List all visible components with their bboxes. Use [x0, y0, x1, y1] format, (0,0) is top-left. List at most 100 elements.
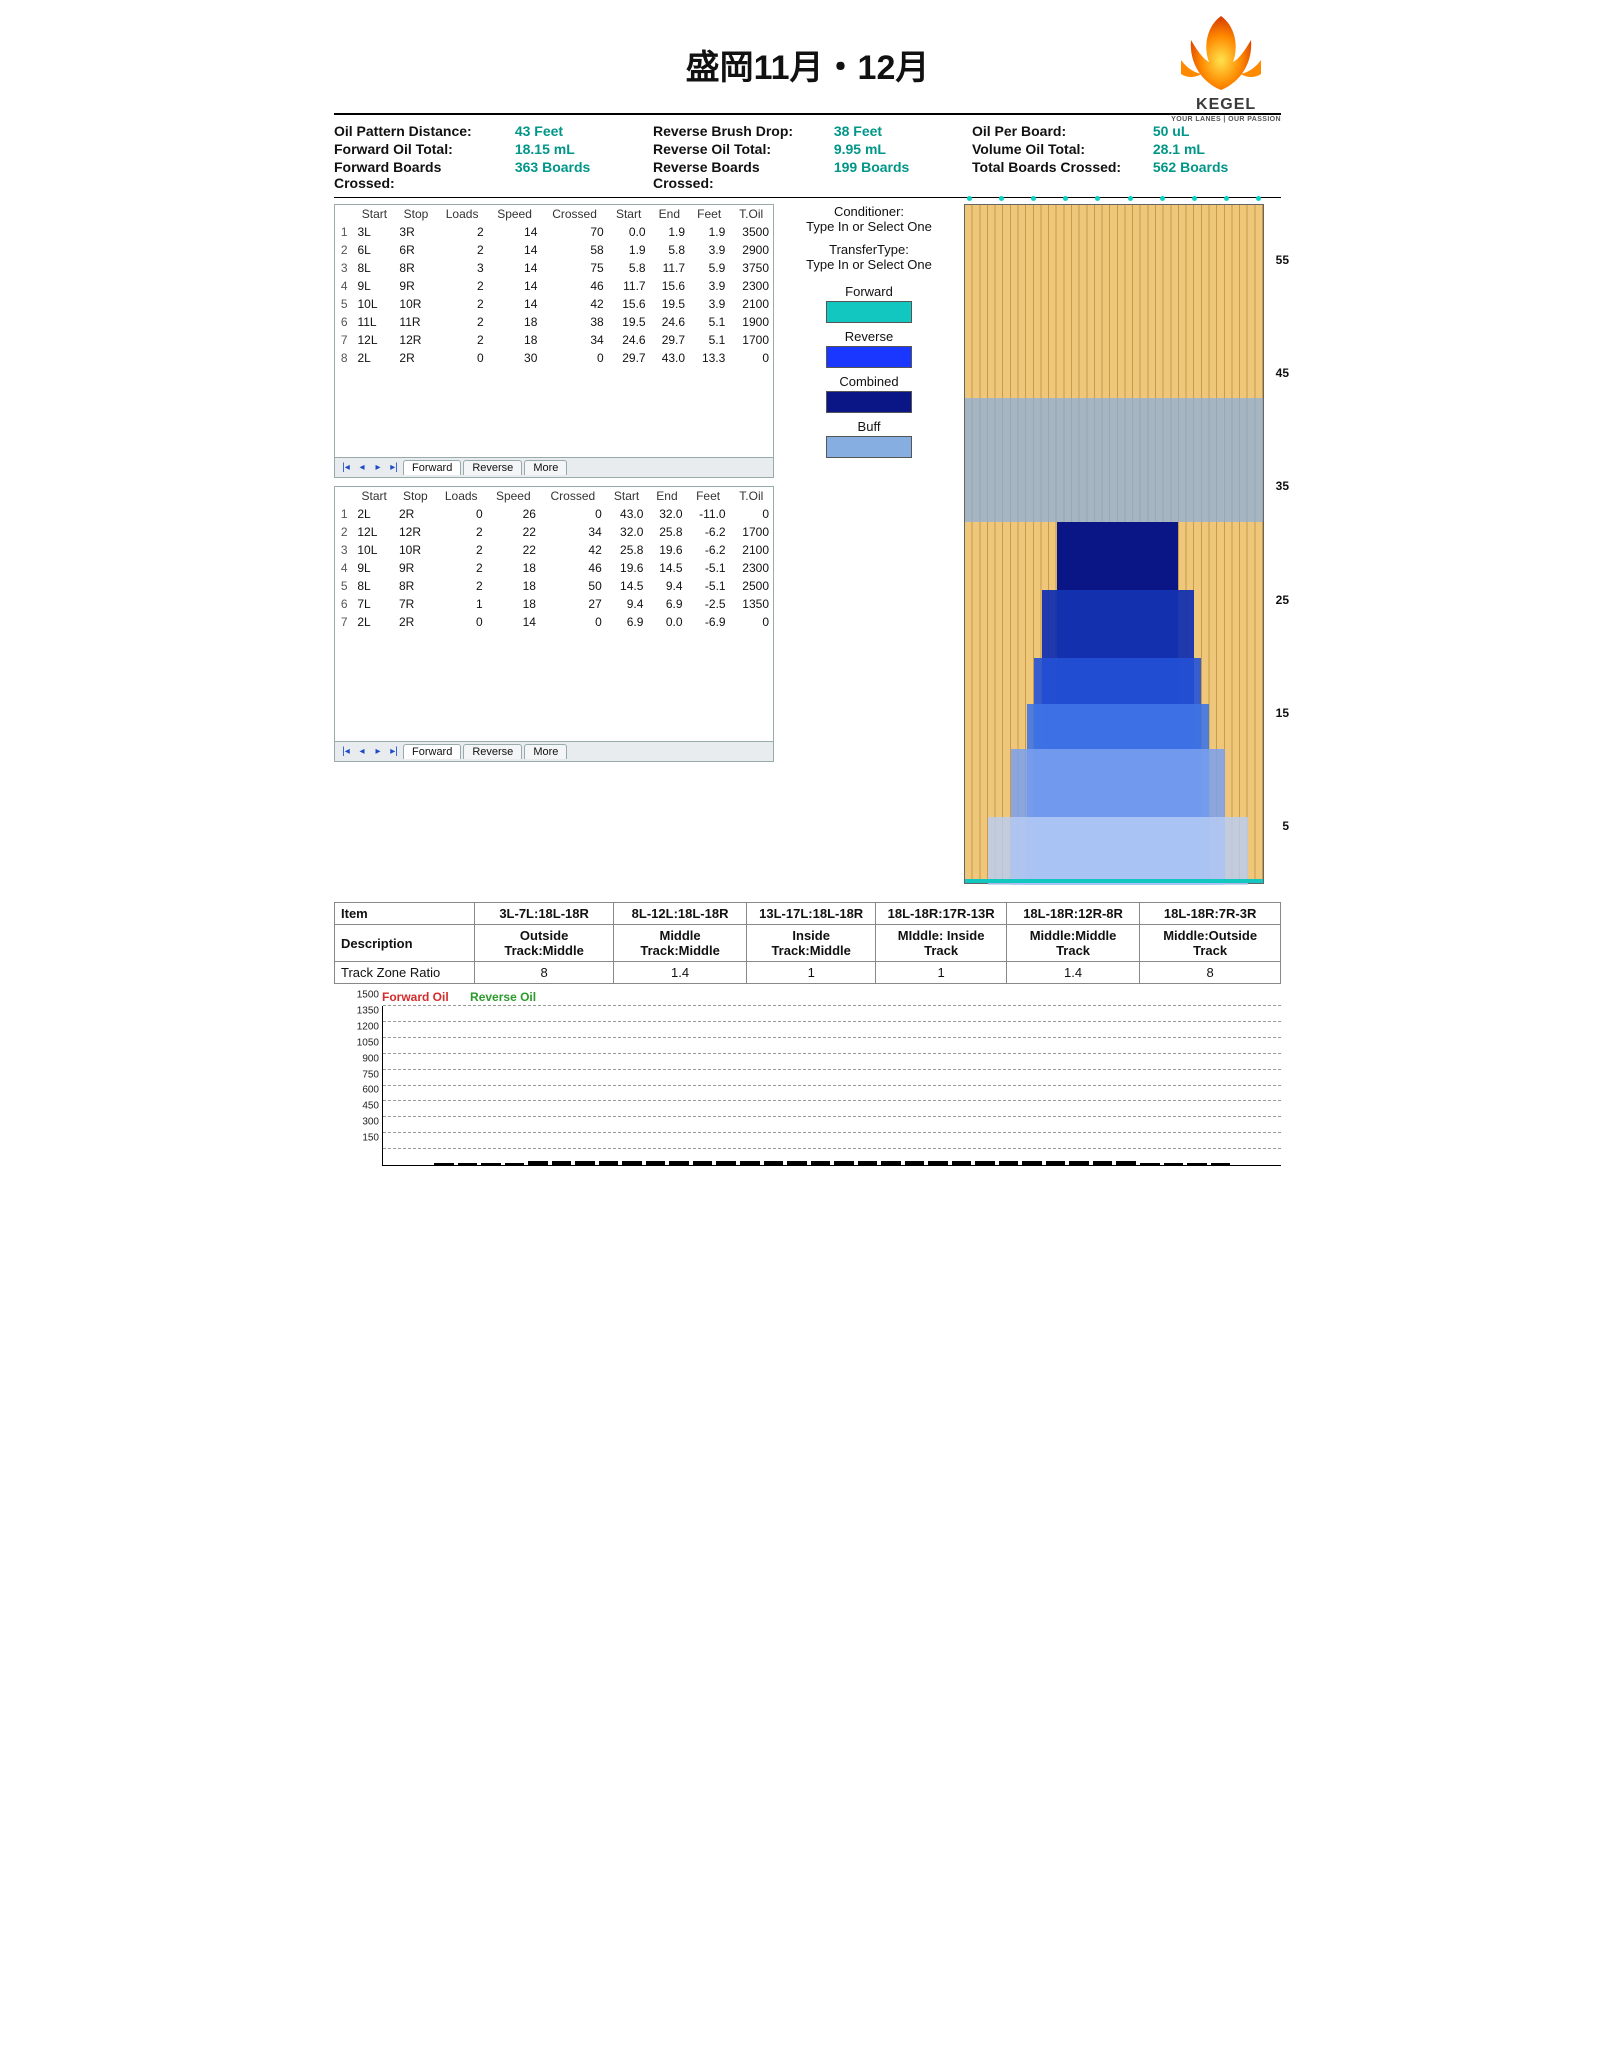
table-row: 67L7R118279.46.9-2.51350 [335, 595, 773, 613]
table-row: 510L10R2144215.619.53.92100 [335, 295, 773, 313]
brand-name: KEGEL [1171, 96, 1281, 114]
track-col-header: 8L-12L:18L-18R [614, 903, 747, 925]
bar [622, 1161, 642, 1165]
legend-buff-swatch [826, 436, 912, 458]
track-col-ratio: 1 [876, 962, 1006, 984]
track-col-ratio: 1 [746, 962, 875, 984]
first-page-icon[interactable]: |◂ [339, 461, 353, 475]
bar [905, 1161, 925, 1165]
col-header: T.Oil [730, 487, 773, 505]
next-page-icon[interactable]: ▸ [371, 745, 385, 759]
stat-value: 562 Boards [1153, 159, 1281, 191]
table-row: 49L9R2184619.614.5-5.12300 [335, 559, 773, 577]
stat-label: Reverse Brush Drop: [653, 123, 824, 139]
tab-reverse[interactable]: Reverse [463, 744, 522, 759]
col-header: Speed [488, 205, 542, 223]
col-header: End [647, 487, 686, 505]
table-row: 13L3R214700.01.91.93500 [335, 223, 773, 241]
legend-forward-swatch [826, 301, 912, 323]
bar [787, 1161, 807, 1165]
transfer-label: TransferType: [784, 242, 954, 257]
transfer-value: Type In or Select One [784, 257, 954, 272]
next-page-icon[interactable]: ▸ [371, 461, 385, 475]
bar [1116, 1161, 1136, 1165]
stat-value: 363 Boards [515, 159, 643, 191]
stat-value: 43 Feet [515, 123, 643, 139]
last-page-icon[interactable]: ▸| [387, 745, 401, 759]
y-tick: 1350 [343, 1005, 379, 1016]
stat-label: Forward Boards Crossed: [334, 159, 505, 191]
bar [599, 1161, 619, 1165]
chart-legend-reverse: Reverse Oil [470, 990, 536, 1004]
y-tick: 150 [343, 1133, 379, 1144]
track-col-ratio: 8 [475, 962, 614, 984]
bar [740, 1161, 760, 1165]
legend-buff-label: Buff [784, 419, 954, 434]
oil-bar-chart: Forward Oil Reverse Oil 1503004506007509… [334, 990, 1281, 1180]
tab-more[interactable]: More [524, 744, 567, 759]
reverse-loads-table: StartStopLoadsSpeedCrossedStartEndFeetT.… [334, 486, 774, 762]
track-ratio-label: Track Zone Ratio [335, 962, 475, 984]
y-tick: 900 [343, 1053, 379, 1064]
lane-tick: 25 [1276, 593, 1289, 607]
bar [928, 1161, 948, 1165]
y-tick: 750 [343, 1069, 379, 1080]
track-col-ratio: 8 [1140, 962, 1281, 984]
conditioner-value: Type In or Select One [784, 219, 954, 234]
legend-combined-swatch [826, 391, 912, 413]
stat-label: Volume Oil Total: [972, 141, 1143, 157]
stat-value: 18.15 mL [515, 141, 643, 157]
table-row: 310L10R2224225.819.6-6.22100 [335, 541, 773, 559]
bar [575, 1161, 595, 1165]
col-header: End [650, 205, 689, 223]
stat-label: Oil Per Board: [972, 123, 1143, 139]
bar [1187, 1163, 1207, 1165]
bar [999, 1161, 1019, 1165]
tab-forward[interactable]: Forward [403, 460, 461, 475]
track-col-desc: Inside Track:Middle [746, 925, 875, 962]
bar [458, 1163, 478, 1165]
track-col-ratio: 1.4 [614, 962, 747, 984]
sheet-tabs: |◂ ◂ ▸ ▸| Forward Reverse More [335, 457, 773, 477]
track-col-header: 18L-18R:17R-13R [876, 903, 1006, 925]
table-row: 611L11R2183819.524.65.11900 [335, 313, 773, 331]
prev-page-icon[interactable]: ◂ [355, 745, 369, 759]
col-header: Loads [436, 487, 487, 505]
page-title: 盛岡11月・12月 [686, 40, 930, 89]
tab-more[interactable]: More [524, 460, 567, 475]
y-tick: 1050 [343, 1037, 379, 1048]
col-header: Feet [687, 487, 730, 505]
stats-grid: Oil Pattern Distance:43 FeetReverse Brus… [334, 119, 1281, 197]
brand-logo: KEGEL YOUR LANES | OUR PASSION [1171, 12, 1281, 123]
col-header: Start [353, 487, 395, 505]
bar [1093, 1161, 1113, 1165]
table-row: 38L8R314755.811.75.93750 [335, 259, 773, 277]
col-header: Start [608, 205, 650, 223]
col-header: Crossed [541, 205, 607, 223]
bar [975, 1161, 995, 1165]
lane-tick: 45 [1276, 366, 1289, 380]
track-desc-hdr: Description [335, 925, 475, 962]
track-col-header: 18L-18R:12R-8R [1006, 903, 1139, 925]
bar [481, 1163, 501, 1165]
prev-page-icon[interactable]: ◂ [355, 461, 369, 475]
stat-label: Reverse Oil Total: [653, 141, 824, 157]
table-row: 12L2R026043.032.0-11.00 [335, 505, 773, 523]
lane-tick: 55 [1276, 253, 1289, 267]
bar [764, 1161, 784, 1165]
track-col-desc: Middle:Outside Track [1140, 925, 1281, 962]
bar [528, 1161, 548, 1165]
sheet-tabs: |◂ ◂ ▸ ▸| Forward Reverse More [335, 741, 773, 761]
stat-label: Reverse Boards Crossed: [653, 159, 824, 191]
bar [1069, 1161, 1089, 1165]
last-page-icon[interactable]: ▸| [387, 461, 401, 475]
tab-forward[interactable]: Forward [403, 744, 461, 759]
col-header: Start [606, 487, 648, 505]
lane-tick: 5 [1282, 819, 1289, 833]
first-page-icon[interactable]: |◂ [339, 745, 353, 759]
stat-value: 50 uL [1153, 123, 1281, 139]
bar [1140, 1163, 1160, 1165]
chart-legend-forward: Forward Oil [382, 990, 449, 1004]
tab-reverse[interactable]: Reverse [463, 460, 522, 475]
col-header: Speed [487, 487, 540, 505]
